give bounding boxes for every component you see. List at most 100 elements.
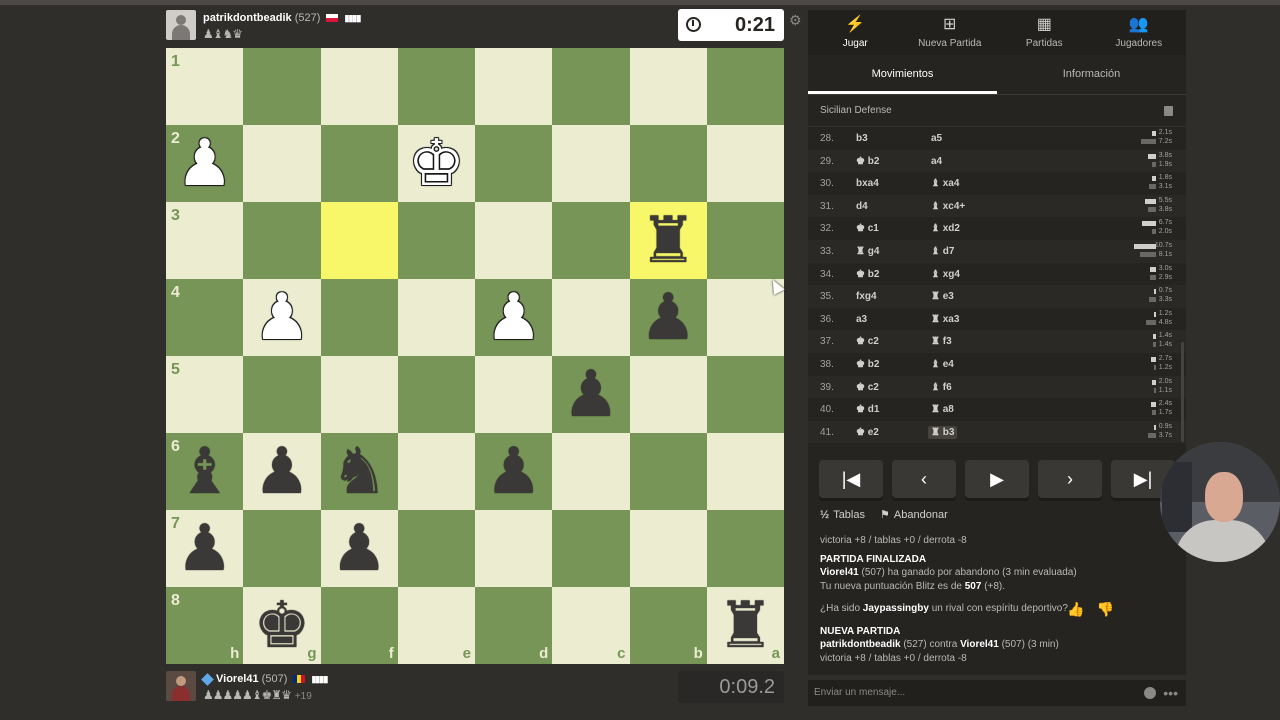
bottom-player-avatar[interactable] (166, 671, 196, 701)
white-move[interactable]: a3 (856, 314, 867, 325)
white-move[interactable]: ♚ c2 (856, 382, 879, 393)
chess-piece[interactable]: ♞ (330, 440, 387, 504)
chess-piece[interactable]: ♟ (485, 440, 542, 504)
black-move[interactable]: ♜ a8 (931, 404, 954, 415)
white-move[interactable]: ♚ d1 (856, 404, 879, 415)
white-move[interactable]: ♚ b2 (856, 359, 879, 370)
board-square[interactable]: 7 ♟ (166, 510, 244, 587)
chess-piece[interactable]: ♟ (253, 440, 310, 504)
chess-piece[interactable]: ♟ (176, 517, 233, 581)
black-move[interactable]: ♜ xa3 (931, 314, 959, 325)
board-square[interactable]: a ♜ (706, 587, 784, 664)
board-square[interactable]: ♟ (320, 510, 398, 587)
board-square[interactable] (243, 356, 321, 433)
board-square[interactable] (629, 125, 707, 202)
chess-piece[interactable]: ♟ (253, 286, 310, 350)
board-square[interactable]: c (552, 587, 630, 664)
tab-moves[interactable]: Movimientos (808, 55, 997, 94)
top-player-avatar[interactable] (166, 10, 196, 40)
board-square[interactable] (552, 202, 630, 279)
chess-piece[interactable]: ♜ (639, 209, 696, 273)
board-square[interactable]: ♟ (629, 279, 707, 356)
chess-piece[interactable]: ♝ (176, 440, 233, 504)
thumbs-up-icon[interactable]: 👍 (1067, 601, 1084, 617)
nav-games[interactable]: ▦ Partidas (997, 10, 1092, 55)
board-square[interactable]: 3 (166, 202, 244, 279)
board-square[interactable]: g ♚ (243, 587, 321, 664)
chess-piece[interactable]: ♟ (562, 363, 619, 427)
gear-icon[interactable]: ⚙ (789, 12, 802, 29)
draw-button[interactable]: Tablas (833, 509, 865, 521)
board-square[interactable] (706, 433, 784, 510)
board-square[interactable] (475, 510, 553, 587)
previous-move-button[interactable]: ‹ (892, 460, 956, 498)
board-square[interactable] (243, 510, 321, 587)
board-square[interactable]: e (397, 587, 475, 664)
move-list[interactable]: 28. b3 a5 2.1s 7.2s 29. ♚ b2 a4 3.8s 1.9s 30. bxa4 ♝… (808, 127, 1186, 447)
trash-icon[interactable] (1164, 106, 1173, 116)
board-square[interactable]: 5 (166, 356, 244, 433)
chat-winner-name[interactable]: Viorel41 (820, 567, 859, 578)
black-move[interactable]: ♝ xg4 (931, 269, 960, 280)
white-move[interactable]: d4 (856, 201, 868, 212)
chess-piece[interactable]: ♟ (639, 286, 696, 350)
board-square[interactable] (552, 48, 630, 125)
resign-button[interactable]: Abandonar (894, 509, 948, 521)
emoji-icon[interactable] (1144, 687, 1156, 699)
board-square[interactable] (397, 433, 475, 510)
board-square[interactable] (552, 433, 630, 510)
black-move[interactable]: a5 (931, 133, 942, 144)
board-square[interactable] (706, 125, 784, 202)
board-square[interactable]: ♟ (475, 279, 553, 356)
nav-players[interactable]: 👥 Jugadores (1092, 10, 1187, 55)
board-square[interactable] (552, 125, 630, 202)
board-square[interactable]: ♟ (552, 356, 630, 433)
white-move[interactable]: ♚ e2 (856, 427, 879, 438)
white-move[interactable]: ♜ g4 (856, 246, 879, 257)
board-square[interactable] (397, 510, 475, 587)
white-move[interactable]: ♚ c1 (856, 223, 879, 234)
first-move-button[interactable]: |◀ (819, 460, 883, 498)
board-square[interactable]: ♜ (629, 202, 707, 279)
board-square[interactable]: ♞ (320, 433, 398, 510)
chess-piece[interactable]: ♚ (408, 132, 465, 196)
nav-play[interactable]: ⚡ Jugar (808, 10, 903, 55)
more-options-icon[interactable]: ••• (1163, 680, 1178, 706)
chess-piece[interactable]: ♚ (253, 594, 310, 658)
board-square[interactable] (320, 125, 398, 202)
chess-board[interactable]: 1 2 ♟ ♚ 3 ♜ 4 ♟ ♟ ♟ 5 ♟ 6 ♝ ♟ ♞ ♟ 7 ♟ ♟ 8 h g ♚ f e d c b a ♜ (166, 48, 784, 664)
board-square[interactable]: ♟ (243, 279, 321, 356)
board-square[interactable] (320, 48, 398, 125)
board-square[interactable] (397, 356, 475, 433)
move-list-scrollbar[interactable] (1181, 342, 1184, 442)
board-square[interactable] (706, 510, 784, 587)
chess-piece[interactable]: ♟ (176, 132, 233, 196)
bottom-player-name[interactable]: Viorel41 (216, 673, 259, 685)
board-square[interactable] (475, 48, 553, 125)
board-square[interactable] (320, 279, 398, 356)
chat-sport-name[interactable]: Jaypassingby (863, 603, 929, 614)
board-square[interactable] (475, 202, 553, 279)
white-move[interactable]: ♚ b2 (856, 269, 879, 280)
board-square[interactable] (552, 510, 630, 587)
board-square[interactable] (706, 202, 784, 279)
chess-piece[interactable]: ♟ (485, 286, 542, 350)
black-move[interactable]: ♝ d7 (931, 246, 954, 257)
board-square[interactable] (629, 356, 707, 433)
board-square[interactable] (243, 48, 321, 125)
board-square[interactable]: 2 ♟ (166, 125, 244, 202)
white-move[interactable]: bxa4 (856, 178, 879, 189)
chat-ng-black[interactable]: Viorel41 (960, 639, 999, 650)
black-move[interactable]: ♝ xa4 (931, 178, 959, 189)
thumbs-down-icon[interactable]: 👎 (1097, 601, 1114, 617)
white-move[interactable]: ♚ b2 (856, 156, 879, 167)
board-square[interactable] (397, 48, 475, 125)
chat-ng-white[interactable]: patrikdontbeadik (820, 639, 901, 650)
chess-piece[interactable]: ♜ (717, 594, 774, 658)
chess-piece[interactable]: ♟ (330, 517, 387, 581)
black-move[interactable]: ♝ f6 (931, 382, 952, 393)
board-square[interactable] (475, 125, 553, 202)
tab-info[interactable]: Información (997, 55, 1186, 94)
board-square[interactable]: ♚ (397, 125, 475, 202)
next-move-button[interactable]: › (1038, 460, 1102, 498)
